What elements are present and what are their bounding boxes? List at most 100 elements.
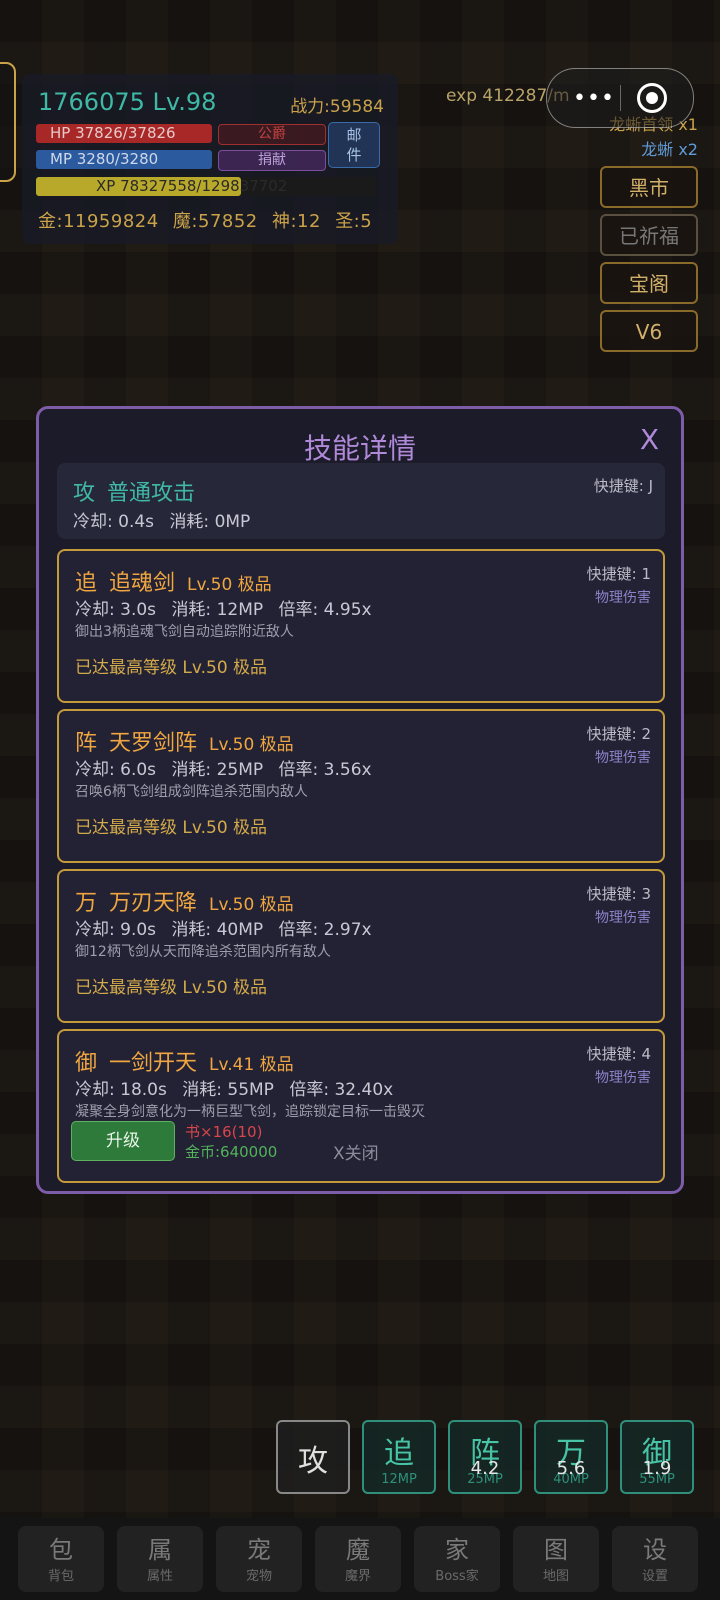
skill-name: 追追魂剑 Lv.50 极品 <box>75 565 272 597</box>
skill-name: 万万刃天降 Lv.50 极品 <box>75 885 294 917</box>
mail-label-2: 件 <box>346 146 362 164</box>
skill-cooldown-timer: 4.2 <box>470 1458 500 1479</box>
skill-tag: 万 <box>75 891 98 916</box>
skill-cooldown-timer: 1.9 <box>642 1458 672 1479</box>
skill-title: 普通攻击 <box>107 481 196 506</box>
close-link[interactable]: X关闭 <box>333 1139 379 1164</box>
skill-stats: 冷却: 3.0s 消耗: 12MP 倍率: 4.95x <box>75 595 382 620</box>
skill-title: 一剑开天 <box>109 1051 198 1076</box>
skill-rate: 倍率: 3.56x <box>278 760 372 780</box>
skill-stats: 冷却: 18.0s 消耗: 55MP 倍率: 32.40x <box>75 1075 403 1100</box>
player-level: 1766075 Lv.98 <box>38 88 217 116</box>
left-edge-frame <box>0 62 16 182</box>
skill-cooldown-timer: 5.6 <box>556 1458 586 1479</box>
skill-max-level: 已达最高等级 Lv.50 极品 <box>75 978 268 998</box>
modal-close-button[interactable]: X <box>640 423 659 456</box>
hp-bar: HP 37826/37826 <box>36 124 212 143</box>
god-amount: 神:12 <box>271 211 321 232</box>
guild-button[interactable]: 公爵 <box>218 124 326 145</box>
nav-pets[interactable]: 宠 宠物 <box>216 1526 302 1592</box>
donate-button[interactable]: 捐献 <box>218 150 326 171</box>
skill-tag: 阵 <box>75 731 98 756</box>
settings-icon: 设 <box>643 1536 667 1564</box>
holy-amount: 圣:5 <box>335 211 373 232</box>
skill-cooldown: 冷却: 6.0s <box>75 760 157 780</box>
xp-bar: XP 78327558/129837702 <box>36 177 376 196</box>
skill-detail-modal: 技能详情 X 攻普通攻击 快捷键: J 冷却: 0.4s 消耗: 0MP 追追魂… <box>36 406 684 1194</box>
black-market-button[interactable]: 黑市 <box>600 166 698 208</box>
skill-description: 御12柄飞剑从天而降追杀范围内所有敌人 <box>75 944 331 960</box>
skill-cooldown: 冷却: 0.4s <box>73 512 155 532</box>
modal-title: 技能详情 <box>303 432 416 465</box>
nav-settings[interactable]: 设 设置 <box>612 1526 698 1592</box>
skill-glyph: 追 <box>384 1436 414 1471</box>
mail-button[interactable]: 邮 件 <box>328 122 380 168</box>
skill-name: 攻普通攻击 <box>73 475 195 507</box>
upgrade-button[interactable]: 升级 <box>71 1121 175 1161</box>
treasure-pavilion-button[interactable]: 宝阁 <box>600 262 698 304</box>
mail-label-1: 邮 <box>346 126 362 144</box>
skill-card-1[interactable]: 追追魂剑 Lv.50 极品 快捷键: 1 物理伤害 冷却: 3.0s 消耗: 12… <box>57 549 665 703</box>
skill-hotkey: 快捷键: 2 <box>586 725 651 743</box>
skill-level: Lv.50 极品 <box>209 735 294 755</box>
skill-hotkey: 快捷键: 4 <box>586 1045 651 1063</box>
combat-power: 战力:59584 <box>290 97 384 117</box>
skill-cost: 消耗: 12MP <box>171 600 264 620</box>
skill-tag: 攻 <box>73 481 96 506</box>
currency-row: 金:11959824 魔:57852 神:12 圣:5 <box>38 207 380 233</box>
skill-title: 追魂剑 <box>109 571 176 596</box>
nav-map[interactable]: 图 地图 <box>513 1526 599 1592</box>
more-menu-icon[interactable]: ••• <box>573 86 615 111</box>
close-miniprogram-icon[interactable] <box>637 83 667 113</box>
nav-label: 设置 <box>641 1569 668 1584</box>
skill-tag: 追 <box>75 571 98 596</box>
nav-demon-realm[interactable]: 魔 魔界 <box>315 1526 401 1592</box>
skill-hotkey: 快捷键: J <box>593 477 653 495</box>
mp-bar: MP 3280/3280 <box>36 150 212 169</box>
skill-damage-type: 物理伤害 <box>595 590 651 606</box>
skill-damage-type: 物理伤害 <box>595 1070 651 1086</box>
skill-max-level: 已达最高等级 Lv.50 极品 <box>75 658 268 678</box>
skill-title: 天罗剑阵 <box>109 731 198 756</box>
skill-cost: 消耗: 0MP <box>169 512 251 532</box>
skill-card-4[interactable]: 御一剑开天 Lv.41 极品 快捷键: 4 物理伤害 冷却: 18.0s 消耗: … <box>57 1029 665 1183</box>
nav-bag[interactable]: 包 背包 <box>18 1526 104 1592</box>
skill-level: Lv.50 极品 <box>187 575 272 595</box>
pets-icon: 宠 <box>247 1536 271 1564</box>
skill-mp: 12MP <box>381 1472 417 1487</box>
miniprogram-capsule: ••• <box>546 68 694 128</box>
skill-description: 凝聚全身剑意化为一柄巨型飞剑，追踪锁定目标一击毁灭 <box>75 1104 425 1120</box>
nav-label: 属性 <box>146 1569 173 1584</box>
nav-label: 地图 <box>542 1569 569 1584</box>
demon-realm-icon: 魔 <box>346 1536 370 1564</box>
skill-card-3[interactable]: 万万刃天降 Lv.50 极品 快捷键: 3 物理伤害 冷却: 9.0s 消耗: 4… <box>57 869 665 1023</box>
vip-button[interactable]: V6 <box>600 310 698 352</box>
skill-hotkey: 快捷键: 1 <box>586 565 651 583</box>
skill-rate: 倍率: 4.95x <box>278 600 372 620</box>
skill-card-2[interactable]: 阵天罗剑阵 Lv.50 极品 快捷键: 2 物理伤害 冷却: 6.0s 消耗: 2… <box>57 709 665 863</box>
attack-glyph: 攻 <box>298 1444 328 1479</box>
attack-hotkey-button[interactable]: 攻 <box>276 1420 350 1494</box>
xp-text: XP 78327558/129837702 <box>96 177 288 195</box>
nav-boss-home[interactable]: 家 Boss家 <box>414 1526 500 1592</box>
bottom-nav: 包 背包 属 属性 宠 宠物 魔 魔界 家 Boss家 图 地图 设 设置 <box>0 1518 720 1600</box>
nav-attributes[interactable]: 属 属性 <box>117 1526 203 1592</box>
skill-description: 御出3柄追魂飞剑自动追踪附近敌人 <box>75 624 294 640</box>
boss-count-2: 龙蜥 x2 <box>641 140 698 159</box>
skill-hotkey-2[interactable]: 阵 25MP 4.2 <box>448 1420 522 1494</box>
bag-icon: 包 <box>49 1536 73 1564</box>
skill-damage-type: 物理伤害 <box>595 750 651 766</box>
nav-label: Boss家 <box>435 1569 479 1584</box>
skill-hotkey-1[interactable]: 追 12MP <box>362 1420 436 1494</box>
skill-level: Lv.50 极品 <box>209 895 294 915</box>
skill-rate: 倍率: 2.97x <box>278 920 372 940</box>
nav-label: 宠物 <box>245 1569 272 1584</box>
skill-stats: 冷却: 6.0s 消耗: 25MP 倍率: 3.56x <box>75 755 382 780</box>
blessed-button[interactable]: 已祈福 <box>600 214 698 256</box>
skill-hotkey-4[interactable]: 御 55MP 1.9 <box>620 1420 694 1494</box>
upgrade-book-cost: 书×16(10) <box>185 1123 263 1141</box>
skill-title: 万刃天降 <box>109 891 198 916</box>
boss-home-icon: 家 <box>445 1536 469 1564</box>
skill-hotkey-3[interactable]: 万 40MP 5.6 <box>534 1420 608 1494</box>
skill-card-basic[interactable]: 攻普通攻击 快捷键: J 冷却: 0.4s 消耗: 0MP <box>57 463 665 539</box>
